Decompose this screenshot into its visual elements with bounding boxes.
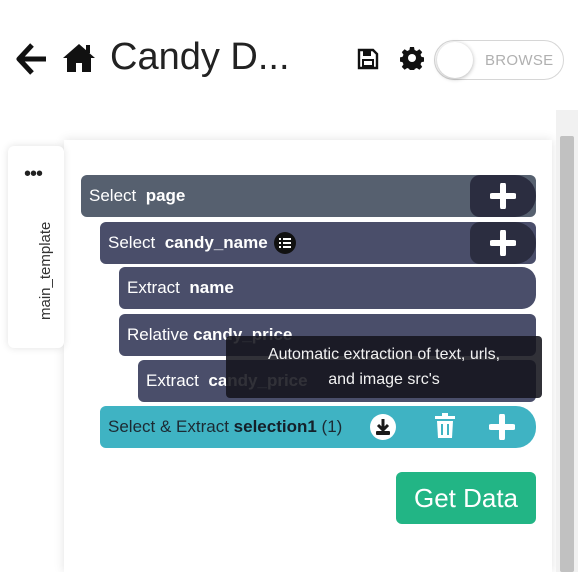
command-keyword: Select [89,186,146,205]
command-name: page [145,186,186,205]
template-tab-label: main_template [37,221,54,320]
gear-icon[interactable] [400,46,424,70]
add-command-button[interactable] [470,175,536,217]
template-side-tab[interactable]: ••• main_template [8,146,64,348]
command-row-extract-name[interactable]: Extract name [119,267,536,309]
get-data-button[interactable]: Get Data [396,472,536,524]
tooltip: Automatic extraction of text, urls, and … [226,336,542,398]
plus-icon [490,230,516,256]
add-command-button[interactable] [470,222,536,264]
plus-icon [490,183,516,209]
command-keyword: Extract [146,371,209,390]
tooltip-line-2: and image src's [328,371,440,388]
home-icon[interactable] [62,42,96,74]
command-keyword: Select [108,233,165,252]
more-dots-icon[interactable]: ••• [24,164,43,184]
command-row-select-candy-name[interactable]: Select candy_name [100,222,536,264]
browse-toggle[interactable]: BROWSE [434,40,564,80]
command-keyword: Select & Extract [108,417,234,436]
list-icon[interactable] [273,232,296,254]
command-name: candy_name [164,233,268,252]
command-name: name [189,278,234,297]
vertical-scrollbar[interactable] [556,110,578,572]
plus-icon[interactable] [489,414,515,440]
command-name: selection1 [233,417,317,436]
command-row-select-page[interactable]: Select page [81,175,536,217]
toggle-knob[interactable] [437,42,473,78]
tooltip-line-1: Automatic extraction of text, urls, [267,346,501,363]
selection-count: (1) [316,417,343,436]
header-bar: Candy D... BROWSE [0,0,578,120]
scrollbar-thumb[interactable] [560,136,574,572]
browse-toggle-label: BROWSE [485,52,554,69]
command-row-select-extract-selection1[interactable]: Select & Extract selection1 (1) [100,406,536,448]
command-keyword: Relative [127,325,194,344]
floppy-disk-icon[interactable] [357,48,379,70]
trash-icon[interactable] [434,413,456,439]
page-title: Candy D... [110,36,290,78]
download-icon[interactable] [369,413,397,441]
command-keyword: Extract [127,278,190,297]
arrow-left-icon[interactable] [16,42,48,76]
